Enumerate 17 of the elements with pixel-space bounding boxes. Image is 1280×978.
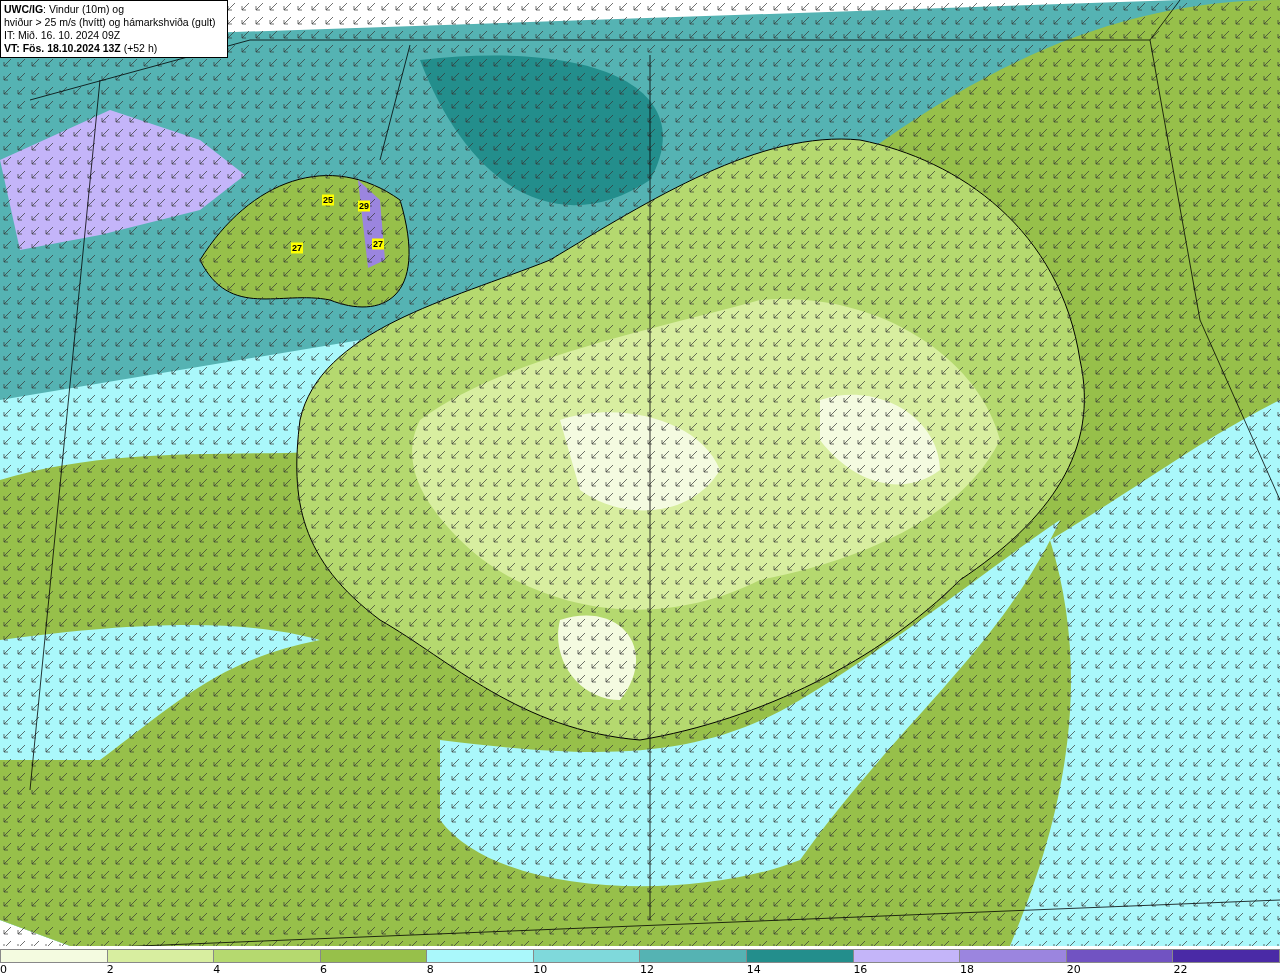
legend-label: 2	[106, 963, 114, 976]
legend-label: 12	[640, 963, 655, 976]
legend-label: 8	[426, 963, 434, 976]
legend-label: 0	[0, 963, 7, 976]
gust-label: 29	[358, 200, 370, 212]
legend-label: 4	[213, 963, 221, 976]
gust-label: 27	[291, 242, 303, 254]
legend-label: 6	[320, 963, 327, 976]
legend-label: 14	[746, 963, 761, 976]
gust-label: 25	[322, 194, 334, 206]
legend-label: 22	[1173, 963, 1188, 976]
map-info-box: UWC/IG: Vindur (10m) og hviður > 25 m/s (hvítt) og hámarkshviða (gult) IT: Mið. 16. 10. 2024 09Z VT: Fös. 18.10.2024 13Z (+52 h)	[0, 0, 228, 58]
legend-label: 10	[533, 963, 548, 976]
legend-label: 20	[1066, 963, 1081, 976]
legend-label: 18	[960, 963, 975, 976]
gust-label: 27	[372, 238, 384, 250]
legend-label: 16	[853, 963, 868, 976]
